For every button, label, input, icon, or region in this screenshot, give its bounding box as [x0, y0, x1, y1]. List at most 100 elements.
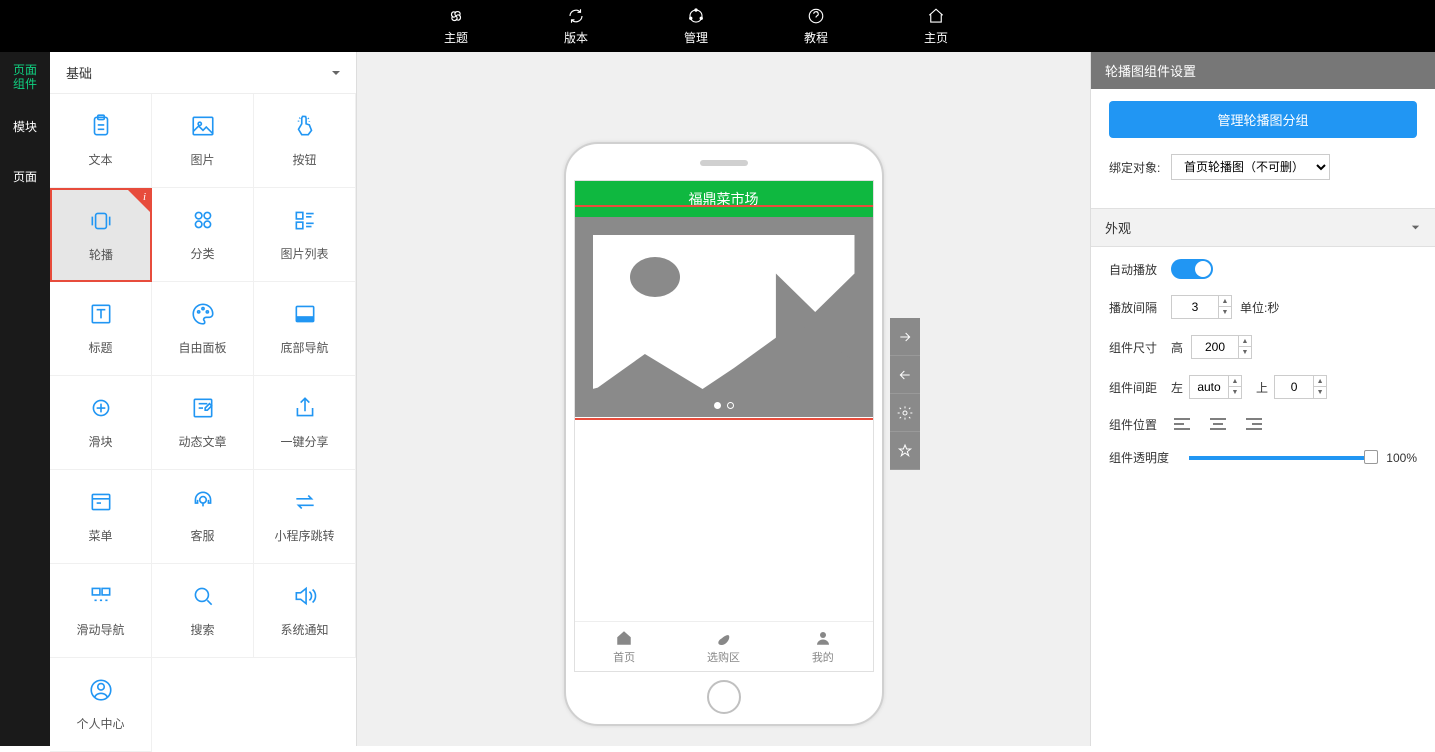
opacity-slider[interactable]: [1189, 456, 1378, 460]
app-title-bar: 福鼎菜市场: [575, 181, 873, 217]
arrow-right-icon: [897, 329, 913, 345]
canvas-area: 福鼎菜市场 首页 选购区 我的: [357, 52, 1090, 746]
slider-icon: [88, 395, 114, 421]
carousel-image-placeholder: [575, 217, 873, 417]
clipboard-icon: [88, 113, 114, 139]
float-star[interactable]: [890, 432, 920, 470]
user-icon: [88, 677, 114, 703]
circle-nodes-icon: [687, 7, 705, 25]
bind-object-select[interactable]: 首页轮播图（不可删）: [1171, 154, 1330, 180]
user-icon: [814, 629, 832, 647]
manage-groups-button[interactable]: 管理轮播图分组: [1109, 101, 1417, 138]
home-icon: [927, 7, 945, 25]
comp-miniapp-jump[interactable]: 小程序跳转: [254, 470, 356, 564]
comp-dynamic-article[interactable]: 动态文章: [152, 376, 254, 470]
component-panel: 基础 文本 图片 按钮 i轮播 分类 图片列表 标题 自由面板 底部导航 滑块 …: [50, 52, 357, 746]
grid-icon: [190, 207, 216, 233]
topbar-home[interactable]: 主页: [876, 7, 996, 46]
margin-top-label: 上: [1256, 379, 1268, 396]
bind-object-label: 绑定对象:: [1109, 159, 1171, 176]
comp-notification[interactable]: 系统通知: [254, 564, 356, 658]
top-bar: 主题 版本 管理 教程 主页: [0, 0, 1435, 52]
float-arrow-left[interactable]: [890, 356, 920, 394]
refresh-icon: [567, 7, 585, 25]
palette-icon: [190, 301, 216, 327]
topbar-version[interactable]: 版本: [516, 7, 636, 46]
share-icon: [292, 395, 318, 421]
image-icon: [190, 113, 216, 139]
comp-carousel[interactable]: i轮播: [50, 188, 152, 282]
comp-slider[interactable]: 滑块: [50, 376, 152, 470]
align-left-icon: [1173, 417, 1191, 431]
phone-frame: 福鼎菜市场 首页 选购区 我的: [564, 142, 884, 726]
leftnav-page-components[interactable]: 页面组件: [0, 52, 50, 102]
leftnav-modules[interactable]: 模块: [0, 102, 50, 152]
topbar-theme[interactable]: 主题: [396, 7, 516, 46]
interval-unit: 单位:秒: [1240, 299, 1279, 316]
align-center-button[interactable]: [1207, 415, 1229, 433]
float-settings[interactable]: [890, 394, 920, 432]
comp-image-list[interactable]: 图片列表: [254, 188, 356, 282]
dot: [727, 402, 734, 409]
comp-category[interactable]: 分类: [152, 188, 254, 282]
edit-icon: [190, 395, 216, 421]
tab-shop[interactable]: 选购区: [674, 622, 773, 671]
comp-service[interactable]: 客服: [152, 470, 254, 564]
tap-icon: [292, 113, 318, 139]
tab-home[interactable]: 首页: [575, 622, 674, 671]
autoplay-label: 自动播放: [1109, 261, 1171, 278]
comp-bottom-nav[interactable]: 底部导航: [254, 282, 356, 376]
comp-slide-nav[interactable]: 滑动导航: [50, 564, 152, 658]
align-left-button[interactable]: [1171, 415, 1193, 433]
menu-icon: [88, 489, 114, 515]
margin-left-spinner[interactable]: ▲▼: [1229, 375, 1242, 399]
leftnav-pages[interactable]: 页面: [0, 152, 50, 202]
margin-left-label: 左: [1171, 379, 1183, 396]
height-label: 高: [1171, 339, 1183, 356]
align-center-icon: [1209, 417, 1227, 431]
list-icon: [292, 207, 318, 233]
component-category-header[interactable]: 基础: [50, 52, 356, 94]
interval-spinner[interactable]: ▲▼: [1219, 295, 1232, 319]
comp-share[interactable]: 一键分享: [254, 376, 356, 470]
bottom-nav-icon: [292, 301, 318, 327]
comp-title[interactable]: 标题: [50, 282, 152, 376]
title-icon: [88, 301, 114, 327]
autoplay-toggle[interactable]: [1171, 259, 1213, 279]
interval-input[interactable]: [1171, 295, 1219, 319]
float-arrow-right[interactable]: [890, 318, 920, 356]
comp-button[interactable]: 按钮: [254, 94, 356, 188]
topbar-label: 主题: [444, 29, 468, 46]
phone-screen: 福鼎菜市场 首页 选购区 我的: [574, 180, 874, 672]
tab-mine[interactable]: 我的: [773, 622, 872, 671]
size-label: 组件尺寸: [1109, 339, 1171, 356]
margin-label: 组件间距: [1109, 379, 1171, 396]
opacity-value: 100%: [1386, 451, 1417, 465]
appearance-section-header[interactable]: 外观: [1091, 208, 1435, 247]
topbar-label: 管理: [684, 29, 708, 46]
vegetable-icon: [714, 629, 732, 647]
topbar-manage[interactable]: 管理: [636, 7, 756, 46]
carousel-component[interactable]: [575, 217, 873, 417]
comp-image[interactable]: 图片: [152, 94, 254, 188]
topbar-tutorial[interactable]: 教程: [756, 7, 876, 46]
swap-icon: [292, 489, 318, 515]
height-input[interactable]: [1191, 335, 1239, 359]
phone-speaker: [700, 160, 748, 166]
arrow-left-icon: [897, 367, 913, 383]
align-right-button[interactable]: [1243, 415, 1265, 433]
comp-free-panel[interactable]: 自由面板: [152, 282, 254, 376]
margin-top-spinner[interactable]: ▲▼: [1314, 375, 1327, 399]
topbar-label: 主页: [924, 29, 948, 46]
help-icon: [807, 7, 825, 25]
search-icon: [190, 583, 216, 609]
height-spinner[interactable]: ▲▼: [1239, 335, 1252, 359]
comp-search[interactable]: 搜索: [152, 564, 254, 658]
chevron-down-icon: [330, 67, 342, 79]
margin-top-input[interactable]: [1274, 375, 1314, 399]
comp-menu[interactable]: 菜单: [50, 470, 152, 564]
comp-profile[interactable]: 个人中心: [50, 658, 152, 752]
margin-left-input[interactable]: [1189, 375, 1229, 399]
comp-text[interactable]: 文本: [50, 94, 152, 188]
chevron-down-icon: [1410, 222, 1421, 233]
